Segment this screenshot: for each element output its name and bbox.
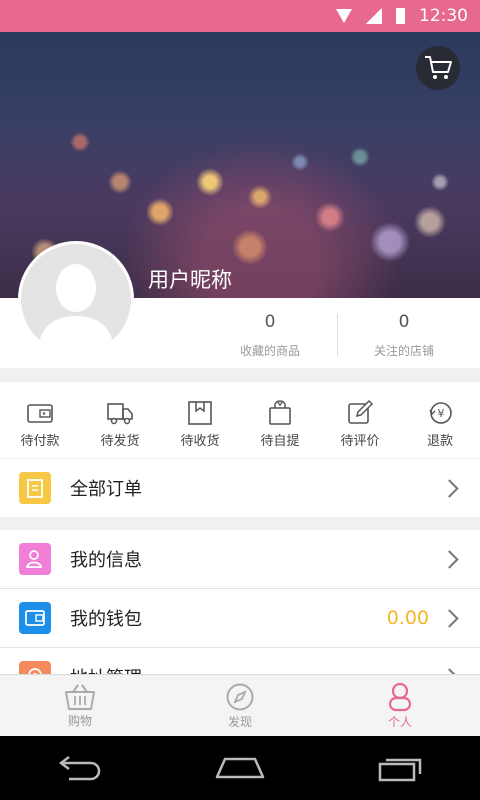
tab-personal[interactable]: 个人: [320, 675, 480, 736]
back-button[interactable]: [45, 748, 115, 788]
order-refund[interactable]: ¥ 退款: [400, 382, 480, 458]
tab-shopping[interactable]: 购物: [0, 675, 160, 736]
system-navigation-bar: [0, 736, 480, 800]
order-label: 待发货: [100, 434, 140, 449]
order-status-row: 待付款 待发货 待收货 待自提 待评价 ¥ 退款: [0, 382, 480, 458]
tab-label: 发现: [227, 714, 252, 729]
chevron-right-icon: [440, 478, 459, 498]
favorite-goods-label: 收藏的商品: [239, 344, 300, 358]
truck-icon: [107, 403, 133, 425]
tab-label: 个人: [387, 714, 412, 729]
chevron-right-icon: [440, 549, 459, 569]
favorite-goods-stat[interactable]: 0 收藏的商品: [200, 312, 340, 359]
bag-icon: [269, 400, 291, 425]
clipboard-icon: [19, 472, 51, 504]
edit-icon: [348, 399, 374, 424]
wallet-balance: 0.00: [386, 607, 429, 629]
order-pending-review[interactable]: 待评价: [320, 382, 400, 458]
order-label: 退款: [426, 434, 453, 449]
battery-icon: [396, 8, 405, 24]
default-avatar-icon: [37, 264, 115, 354]
tab-label: 购物: [67, 713, 92, 728]
bottom-navigation: 购物 发现 个人: [0, 674, 480, 736]
my-wallet-label: 我的钱包: [70, 609, 142, 630]
recents-icon: [378, 758, 422, 782]
refund-icon: ¥: [429, 402, 452, 424]
my-wallet-row[interactable]: 我的钱包 0.00: [0, 589, 480, 647]
status-time: 12:30: [419, 6, 468, 26]
avatar[interactable]: [18, 241, 134, 357]
cart-icon: [425, 56, 452, 79]
all-orders-label: 全部订单: [70, 479, 142, 500]
wallet-icon: [19, 602, 51, 634]
followed-shops-count: 0: [398, 312, 410, 332]
my-info-label: 我的信息: [70, 550, 142, 571]
svg-text:¥: ¥: [438, 407, 445, 420]
order-label: 待收货: [180, 434, 220, 449]
cart-button[interactable]: [416, 46, 460, 90]
wallet-icon: [27, 404, 53, 423]
chevron-right-icon: [440, 608, 459, 628]
user-info-icon: [19, 543, 51, 575]
basket-icon: [65, 683, 95, 710]
user-nickname[interactable]: 用户昵称: [148, 264, 232, 294]
back-icon: [58, 756, 101, 781]
tab-discover[interactable]: 发现: [160, 675, 320, 736]
order-pending-pickup[interactable]: 待自提: [240, 382, 320, 458]
followed-shops-stat[interactable]: 0 关注的店铺: [334, 312, 474, 359]
all-orders-row[interactable]: 全部订单: [0, 459, 480, 517]
signal-icon: [366, 8, 382, 24]
my-info-row[interactable]: 我的信息: [0, 530, 480, 588]
followed-shops-label: 关注的店铺: [373, 344, 434, 358]
home-icon: [215, 757, 265, 779]
compass-icon: [226, 683, 254, 710]
status-bar: 12:30: [0, 0, 480, 32]
order-label: 待自提: [260, 434, 300, 449]
wifi-icon: [336, 9, 352, 23]
order-label: 待评价: [340, 434, 380, 449]
person-icon: [388, 682, 412, 711]
recents-button[interactable]: [365, 748, 435, 788]
home-button[interactable]: [205, 748, 275, 788]
order-pending-shipment[interactable]: 待发货: [80, 382, 160, 458]
order-pending-receipt[interactable]: 待收货: [160, 382, 240, 458]
order-pending-payment[interactable]: 待付款: [0, 382, 80, 458]
order-label: 待付款: [20, 434, 60, 449]
box-icon: [188, 401, 212, 425]
favorite-goods-count: 0: [264, 312, 276, 332]
